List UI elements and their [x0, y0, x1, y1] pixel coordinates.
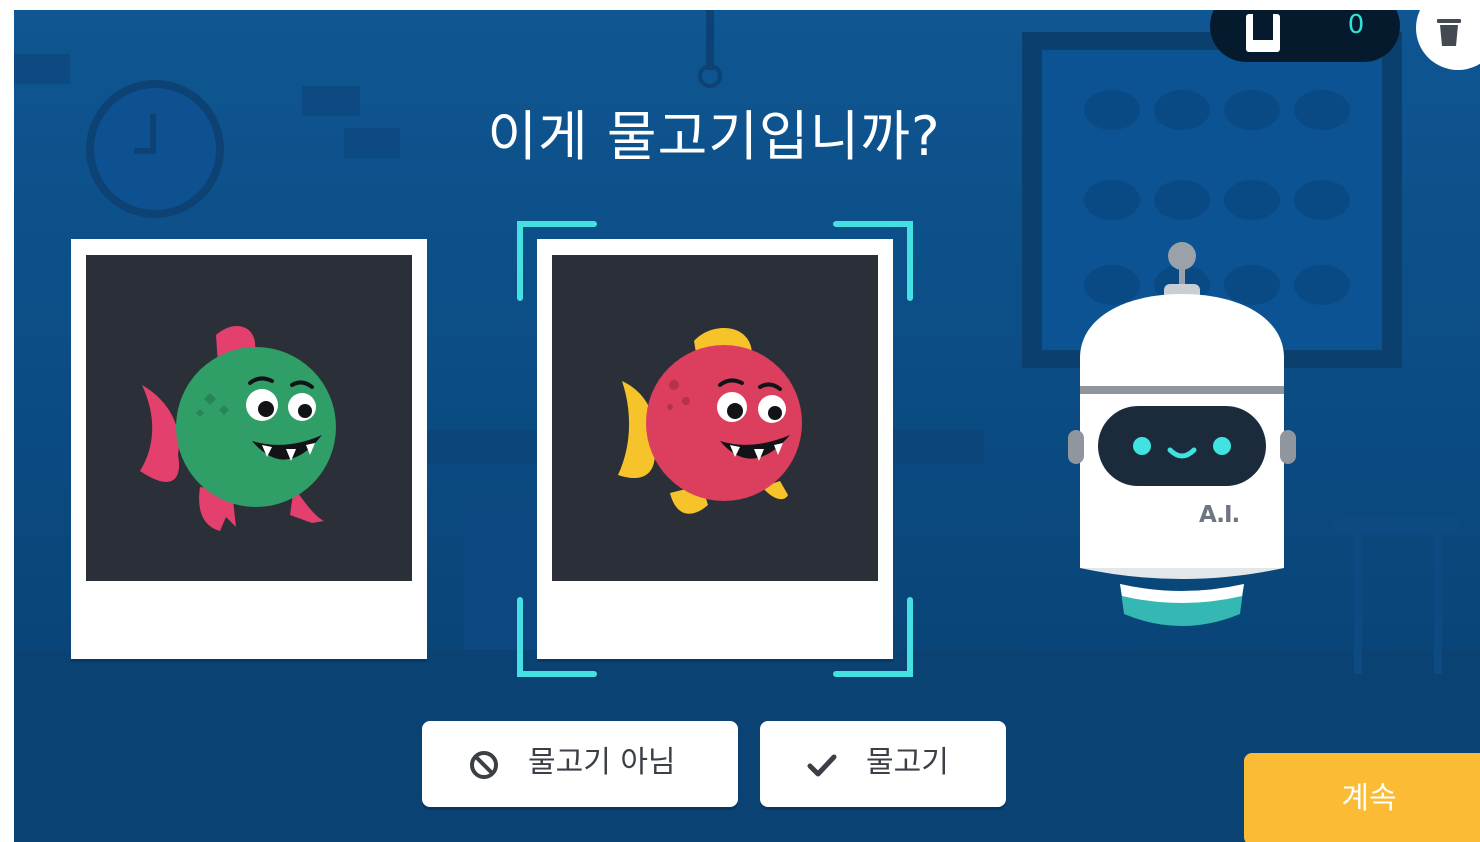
fish-label: 물고기	[866, 745, 949, 780]
background-stool-leg	[1354, 534, 1362, 674]
background-clock	[86, 80, 224, 218]
block-icon	[470, 751, 498, 779]
card-icon	[1246, 14, 1280, 52]
not-fish-button[interactable]: 물고기 아님	[422, 721, 738, 807]
game-stage: 0 이게 물고기입니까? A.I. 물고기 아님 물고기 계속	[14, 10, 1480, 842]
background-brick	[344, 128, 400, 158]
photo-frame	[86, 255, 412, 581]
not-fish-label: 물고기 아님	[528, 745, 676, 780]
background-stool	[1334, 518, 1460, 534]
photo-card-red-fish	[537, 239, 893, 659]
photo-frame	[552, 255, 878, 581]
background-pipe	[706, 10, 714, 70]
score-counter: 0	[1210, 10, 1400, 62]
green-fish-image	[140, 325, 336, 531]
trash-button[interactable]	[1416, 10, 1480, 70]
check-icon	[807, 754, 837, 777]
continue-button[interactable]: 계속	[1244, 753, 1480, 842]
red-fish-image	[618, 328, 802, 514]
background-brick	[14, 54, 70, 84]
trash-icon	[1437, 19, 1461, 46]
background-brick	[302, 86, 360, 116]
photo-card-green-fish	[71, 239, 427, 659]
background-hook	[698, 64, 722, 88]
fish-button[interactable]: 물고기	[760, 721, 1006, 807]
background-stool-leg	[1434, 534, 1442, 674]
score-value: 0	[1347, 10, 1365, 40]
ai-label: A.I.	[1199, 502, 1240, 528]
ai-robot	[1068, 242, 1296, 626]
question-title: 이게 물고기입니까?	[487, 105, 941, 168]
